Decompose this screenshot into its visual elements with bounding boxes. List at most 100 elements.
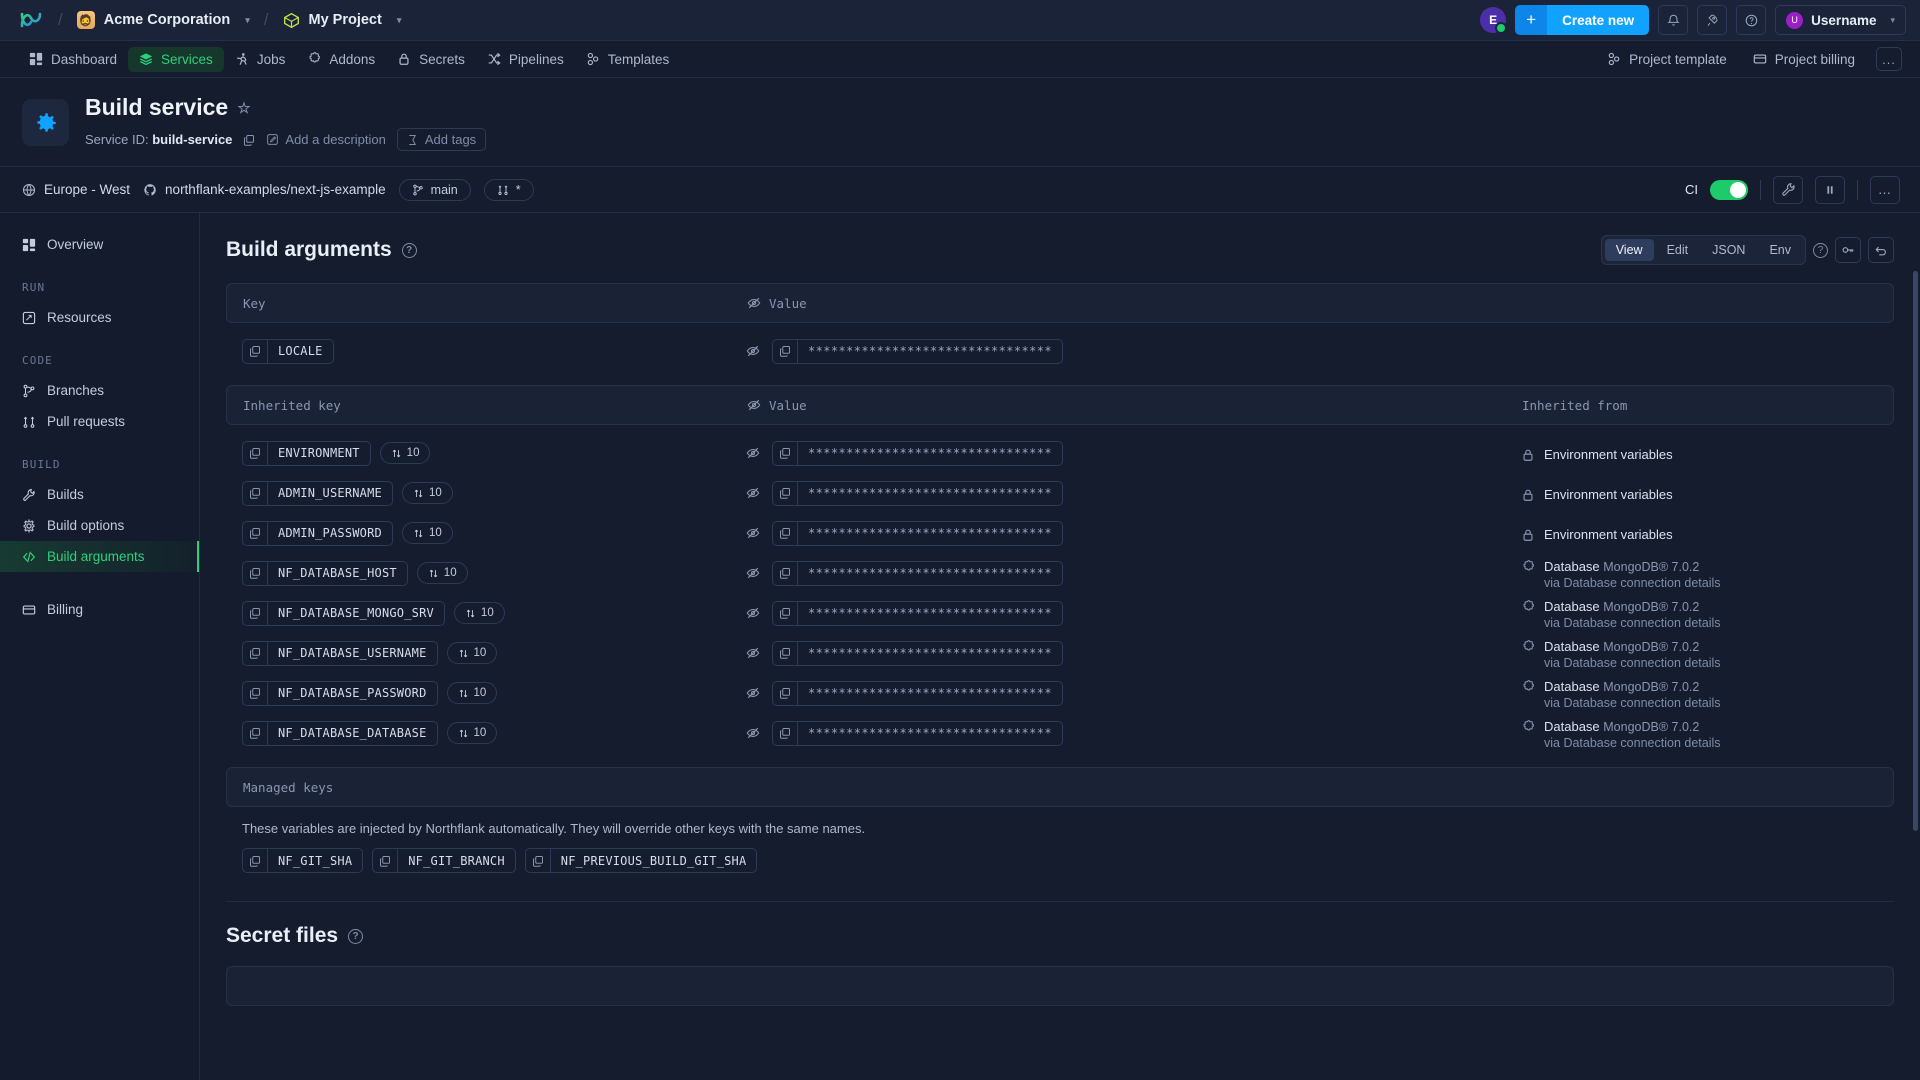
value-chip[interactable]: ******************************** [772, 640, 1063, 666]
sidebar-item-build-arguments[interactable]: Build arguments [0, 541, 199, 572]
eye-off-icon[interactable] [746, 446, 760, 460]
copy-icon[interactable] [773, 721, 798, 745]
copy-icon[interactable] [243, 481, 268, 505]
pull-request-pill[interactable]: * [483, 178, 534, 201]
region-item[interactable]: Europe - West [22, 182, 130, 197]
nav-item-secrets[interactable]: Secrets [386, 47, 476, 72]
eye-off-icon[interactable] [746, 726, 760, 740]
copy-icon[interactable] [243, 721, 268, 745]
eye-off-icon[interactable] [746, 486, 760, 500]
nav-item-dashboard[interactable]: Dashboard [18, 47, 128, 72]
org-selector[interactable]: 🧔 Acme Corporation ▾ [76, 11, 250, 29]
override-count-chip[interactable]: 10 [446, 642, 498, 664]
secrets-key-button[interactable] [1835, 237, 1861, 263]
copy-icon[interactable] [373, 849, 399, 872]
view-mode-env[interactable]: Env [1758, 239, 1802, 261]
value-chip[interactable]: ******************************** [772, 520, 1063, 546]
managed-key-chip[interactable]: NF_PREVIOUS_BUILD_GIT_SHA [524, 848, 758, 873]
override-count-chip[interactable]: 10 [416, 562, 468, 584]
nav-more-button[interactable]: ... [1876, 47, 1902, 71]
repo-item[interactable]: northflank-examples/next-js-example [143, 182, 386, 197]
view-mode-edit[interactable]: Edit [1656, 239, 1700, 261]
override-count-chip[interactable]: 10 [379, 442, 431, 464]
sidebar-item-build-options[interactable]: Build options [0, 510, 199, 541]
key-chip[interactable]: NF_DATABASE_DATABASE [242, 720, 438, 746]
add-tags-button[interactable]: Add tags [396, 128, 487, 151]
view-mode-json[interactable]: JSON [1701, 239, 1756, 261]
value-chip[interactable]: ******************************** [772, 480, 1063, 506]
sidebar-item-pull-requests[interactable]: Pull requests [0, 406, 199, 437]
nav-item-project-billing[interactable]: Project billing [1742, 47, 1866, 72]
eye-off-icon[interactable] [746, 606, 760, 620]
value-chip[interactable]: ******************************** [772, 720, 1063, 746]
managed-key-chip[interactable]: NF_GIT_BRANCH [372, 848, 516, 873]
whats-new-button[interactable] [1697, 5, 1728, 35]
pause-button[interactable] [1815, 175, 1845, 204]
sidebar-item-resources[interactable]: Resources [0, 302, 199, 333]
override-count-chip[interactable]: 10 [453, 602, 505, 624]
nav-item-services[interactable]: Services [128, 46, 224, 72]
override-count-chip[interactable]: 10 [401, 522, 453, 544]
copy-icon[interactable] [243, 561, 268, 585]
view-mode-view[interactable]: View [1604, 239, 1654, 261]
value-chip[interactable]: ******************************** [772, 560, 1063, 586]
project-selector[interactable]: My Project ▾ [283, 12, 401, 29]
revert-button[interactable] [1868, 237, 1894, 263]
key-chip[interactable]: NF_DATABASE_MONGO_SRV [242, 600, 445, 626]
sidebar-item-branches[interactable]: Branches [0, 375, 199, 406]
key-chip[interactable]: LOCALE [242, 338, 334, 364]
eye-off-icon[interactable] [746, 686, 760, 700]
create-new-button[interactable]: + Create new [1515, 5, 1650, 35]
help-icon[interactable]: ? [348, 928, 364, 944]
sidebar-item-overview[interactable]: Overview [0, 229, 199, 260]
service-more-button[interactable]: … [1870, 175, 1900, 204]
copy-icon[interactable] [243, 521, 268, 545]
copy-icon[interactable] [243, 681, 268, 705]
copy-icon[interactable] [773, 441, 798, 465]
copy-icon[interactable] [243, 601, 268, 625]
managed-key-chip[interactable]: NF_GIT_SHA [242, 848, 364, 873]
copy-icon[interactable] [243, 641, 268, 665]
value-chip[interactable]: ******************************** [772, 338, 1063, 364]
sidebar-item-builds[interactable]: Builds [0, 479, 199, 510]
nav-item-templates[interactable]: Templates [575, 47, 681, 72]
ci-toggle[interactable] [1710, 179, 1748, 200]
scrollbar[interactable] [1913, 213, 1918, 1080]
eye-off-icon[interactable] [746, 526, 760, 540]
view-help-icon[interactable]: ? [1813, 242, 1828, 258]
nav-item-jobs[interactable]: Jobs [224, 47, 297, 72]
eye-off-icon[interactable] [746, 566, 760, 580]
copy-icon[interactable] [773, 521, 798, 545]
favourite-star-icon[interactable]: ☆ [237, 99, 250, 117]
value-chip[interactable]: ******************************** [772, 600, 1063, 626]
key-chip[interactable]: NF_DATABASE_USERNAME [242, 640, 438, 666]
copy-icon[interactable] [243, 441, 268, 465]
copy-icon[interactable] [773, 561, 798, 585]
help-button[interactable] [1736, 5, 1767, 35]
copy-icon[interactable] [773, 601, 798, 625]
key-chip[interactable]: ENVIRONMENT [242, 440, 371, 466]
avatar[interactable]: E [1480, 7, 1508, 34]
copy-icon[interactable] [526, 849, 551, 872]
override-count-chip[interactable]: 10 [401, 482, 453, 504]
key-chip[interactable]: NF_DATABASE_HOST [242, 560, 408, 586]
eye-off-icon[interactable] [747, 296, 761, 310]
override-count-chip[interactable]: 10 [446, 682, 498, 704]
copy-icon[interactable] [243, 339, 268, 363]
eye-off-icon[interactable] [746, 344, 760, 358]
eye-off-icon[interactable] [747, 398, 761, 412]
user-menu-button[interactable]: U Username ▾ [1775, 5, 1906, 35]
key-chip[interactable]: ADMIN_PASSWORD [242, 520, 393, 546]
copy-icon[interactable] [773, 641, 798, 665]
value-chip[interactable]: ******************************** [772, 440, 1063, 466]
add-description-button[interactable]: Add a description [266, 132, 386, 147]
copy-icon[interactable] [773, 481, 798, 505]
key-chip[interactable]: ADMIN_USERNAME [242, 480, 393, 506]
copy-icon[interactable] [773, 681, 798, 705]
scrollbar-thumb[interactable] [1913, 271, 1918, 831]
nav-item-project-template[interactable]: Project template [1596, 47, 1738, 72]
copy-icon[interactable] [243, 849, 268, 872]
nav-item-addons[interactable]: Addons [296, 47, 386, 72]
eye-off-icon[interactable] [746, 646, 760, 660]
northflank-logo-icon[interactable] [18, 8, 44, 32]
